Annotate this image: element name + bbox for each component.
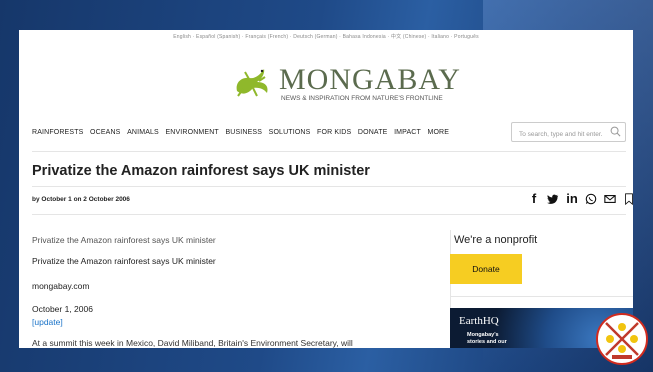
nav-item-business[interactable]: BUSINESS [225,129,262,143]
whatsapp-icon[interactable] [585,192,597,206]
headline-divider [32,186,626,187]
brand-name: MONGABAY [279,63,461,96]
update-link[interactable]: [update] [32,317,63,327]
promo-text: Mongabay's stories and our [467,332,507,346]
bookmark-icon[interactable] [623,192,633,206]
article-source: mongabay.com [32,281,90,291]
search-input[interactable] [517,125,613,144]
byline-prefix: by [32,196,40,203]
search-icon[interactable] [610,126,621,137]
nav-item-animals[interactable]: ANIMALS [127,129,159,143]
byline-divider [32,214,626,215]
byline-author[interactable]: October 1 [41,196,71,203]
corner-badge-icon [596,313,648,365]
article-lead: At a summit this week in Mexico, David M… [32,338,353,348]
donate-button[interactable]: Donate [450,254,522,284]
nav-item-solutions[interactable]: SOLUTIONS [269,129,311,143]
nav-item-environment[interactable]: ENVIRONMENT [165,129,218,143]
article-byline: by October 1 on 2 October 2006 [32,196,130,203]
nav-item-impact[interactable]: IMPACT [394,129,421,143]
twitter-icon[interactable] [547,192,559,206]
facebook-icon[interactable]: f [528,192,540,206]
gecko-logo-icon [236,69,268,97]
article-summary: Privatize the Amazon rainforest says UK … [32,235,216,245]
promo-line-2: stories and our [467,339,507,345]
promo-title: EarthHQ [459,315,499,327]
language-bar[interactable]: English · Español (Spanish) · Français (… [19,33,633,40]
nav-item-more[interactable]: MORE [427,129,449,143]
nav-item-oceans[interactable]: OCEANS [90,129,120,143]
share-bar: f in [528,192,633,206]
badge-emblem-icon [605,322,639,359]
article-headline: Privatize the Amazon rainforest says UK … [32,163,370,179]
email-icon[interactable] [604,192,616,206]
byline-date: on 2 October 2006 [73,196,130,203]
article-date: October 1, 2006 [32,304,93,314]
search-box [511,122,626,144]
nav-item-for-kids[interactable]: FOR KIDS [317,129,351,143]
sidebar-separator [450,296,633,297]
article-title-repeat: Privatize the Amazon rainforest says UK … [32,256,216,266]
main-nav: RAINFORESTS OCEANS ANIMALS ENVIRONMENT B… [32,129,456,143]
nav-item-donate[interactable]: DONATE [358,129,388,143]
browser-page: English · Español (Spanish) · Français (… [19,30,633,348]
nav-divider [32,151,626,152]
nav-item-rainforests[interactable]: RAINFORESTS [32,129,83,143]
linkedin-icon[interactable]: in [566,192,578,206]
nonprofit-title: We're a nonprofit [454,234,538,246]
brand-tagline: NEWS & INSPIRATION FROM NATURE'S FRONTLI… [281,95,443,102]
promo-line-1: Mongabay's [467,332,499,338]
